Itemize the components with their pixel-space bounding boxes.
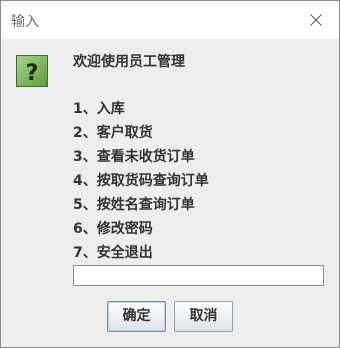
question-icon: ? (16, 55, 48, 87)
dialog-content: ? 欢迎使用员工管理 1、入库 2、客户取货 3、查看未收货订单 4、按取货码查… (1, 39, 339, 347)
choice-input[interactable] (73, 265, 324, 286)
menu-item-stock-in: 1、入库 (73, 101, 125, 117)
title-bar[interactable]: 输入 (1, 1, 339, 39)
menu-item-view-unreceived: 3、查看未收货订单 (73, 149, 195, 165)
menu-item-change-password: 6、修改密码 (73, 221, 153, 237)
ok-button[interactable]: 确定 (107, 301, 166, 332)
menu-item-customer-pickup: 2、客户取货 (73, 125, 153, 141)
window-title: 输入 (11, 14, 39, 30)
input-dialog-window: 输入 ? 欢迎使用员工管理 1、入库 2、客户取货 3、查看未收货订单 4、按取… (0, 0, 340, 348)
menu-item-query-by-code: 4、按取货码查询订单 (73, 173, 209, 189)
svg-text:?: ? (26, 61, 39, 86)
menu-item-query-by-name: 5、按姓名查询订单 (73, 197, 195, 213)
close-icon (310, 14, 322, 26)
menu-item-safe-exit: 7、安全退出 (73, 245, 153, 261)
cancel-button[interactable]: 取消 (174, 301, 233, 332)
close-button[interactable] (293, 1, 339, 39)
welcome-text: 欢迎使用员工管理 (73, 54, 185, 70)
